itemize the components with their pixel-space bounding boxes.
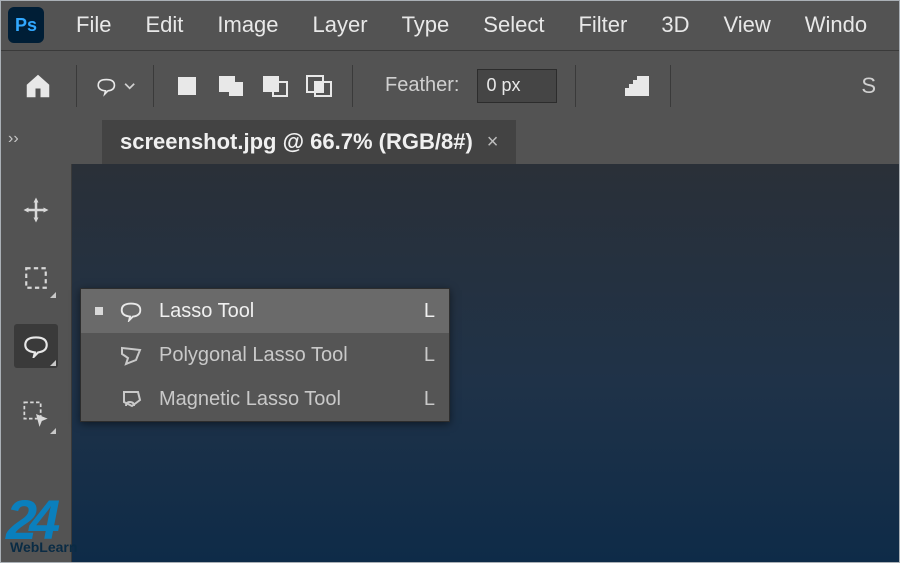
menu-select[interactable]: Select [469,8,558,42]
menu-filter[interactable]: Filter [564,8,641,42]
lasso-tool[interactable] [14,324,58,368]
menu-file[interactable]: File [62,8,125,42]
flyout-item-label: Magnetic Lasso Tool [159,388,410,411]
menu-view[interactable]: View [709,8,784,42]
flyout-item-polygonal-lasso[interactable]: Polygonal Lasso Tool L [81,333,449,377]
menu-3d[interactable]: 3D [647,8,703,42]
truncated-option: S [861,73,882,99]
flyout-item-label: Polygonal Lasso Tool [159,344,410,367]
flyout-item-label: Lasso Tool [159,300,410,323]
divider [575,65,576,107]
feather-label: Feather: [385,74,459,97]
flyout-indicator-icon [50,292,56,298]
document-tab-strip: screenshot.jpg @ 66.7% (RGB/8#) × [102,120,900,164]
menu-layer[interactable]: Layer [299,8,382,42]
divider [352,65,353,107]
panel-expand-handle[interactable]: ›› [8,130,19,148]
watermark-text: WebLearn [10,539,77,555]
selection-add-button[interactable] [216,71,246,101]
anti-alias-icon[interactable] [622,71,652,101]
document-tab-title: screenshot.jpg @ 66.7% (RGB/8#) [120,129,473,155]
flyout-item-lasso[interactable]: Lasso Tool L [81,289,449,333]
document-tab[interactable]: screenshot.jpg @ 66.7% (RGB/8#) × [102,120,516,164]
menu-type[interactable]: Type [388,8,464,42]
tool-preset-dropdown[interactable] [95,66,135,106]
menu-image[interactable]: Image [203,8,292,42]
menu-edit[interactable]: Edit [131,8,197,42]
move-tool[interactable] [14,188,58,232]
divider [670,65,671,107]
selection-mode-group [172,71,334,101]
app-logo: Ps [8,7,44,43]
flyout-item-magnetic-lasso[interactable]: Magnetic Lasso Tool L [81,377,449,421]
flyout-item-shortcut: L [424,388,435,411]
watermark-number: 24 [6,498,52,543]
menu-bar: Ps File Edit Image Layer Type Select Fil… [0,0,900,50]
feather-input[interactable] [477,69,557,103]
tab-close-button[interactable]: × [487,131,499,154]
selection-subtract-button[interactable] [260,71,290,101]
watermark: 24 WebLearn [6,498,77,555]
selection-intersect-button[interactable] [304,71,334,101]
active-indicator-icon [95,307,103,315]
flyout-item-shortcut: L [424,344,435,367]
flyout-indicator-icon [50,360,56,366]
flyout-item-shortcut: L [424,300,435,323]
lasso-tool-flyout: Lasso Tool L Polygonal Lasso Tool L Magn… [80,288,450,422]
menu-window[interactable]: Windo [791,8,881,42]
options-bar: Feather: S [0,50,900,120]
selection-new-button[interactable] [172,71,202,101]
polygonal-lasso-icon [117,341,145,369]
quick-selection-tool[interactable] [14,392,58,436]
magnetic-lasso-icon [117,385,145,413]
lasso-icon [117,297,145,325]
chevron-down-icon [124,79,135,93]
divider [153,65,154,107]
home-button[interactable] [18,66,58,106]
divider [76,65,77,107]
flyout-indicator-icon [50,428,56,434]
marquee-tool[interactable] [14,256,58,300]
